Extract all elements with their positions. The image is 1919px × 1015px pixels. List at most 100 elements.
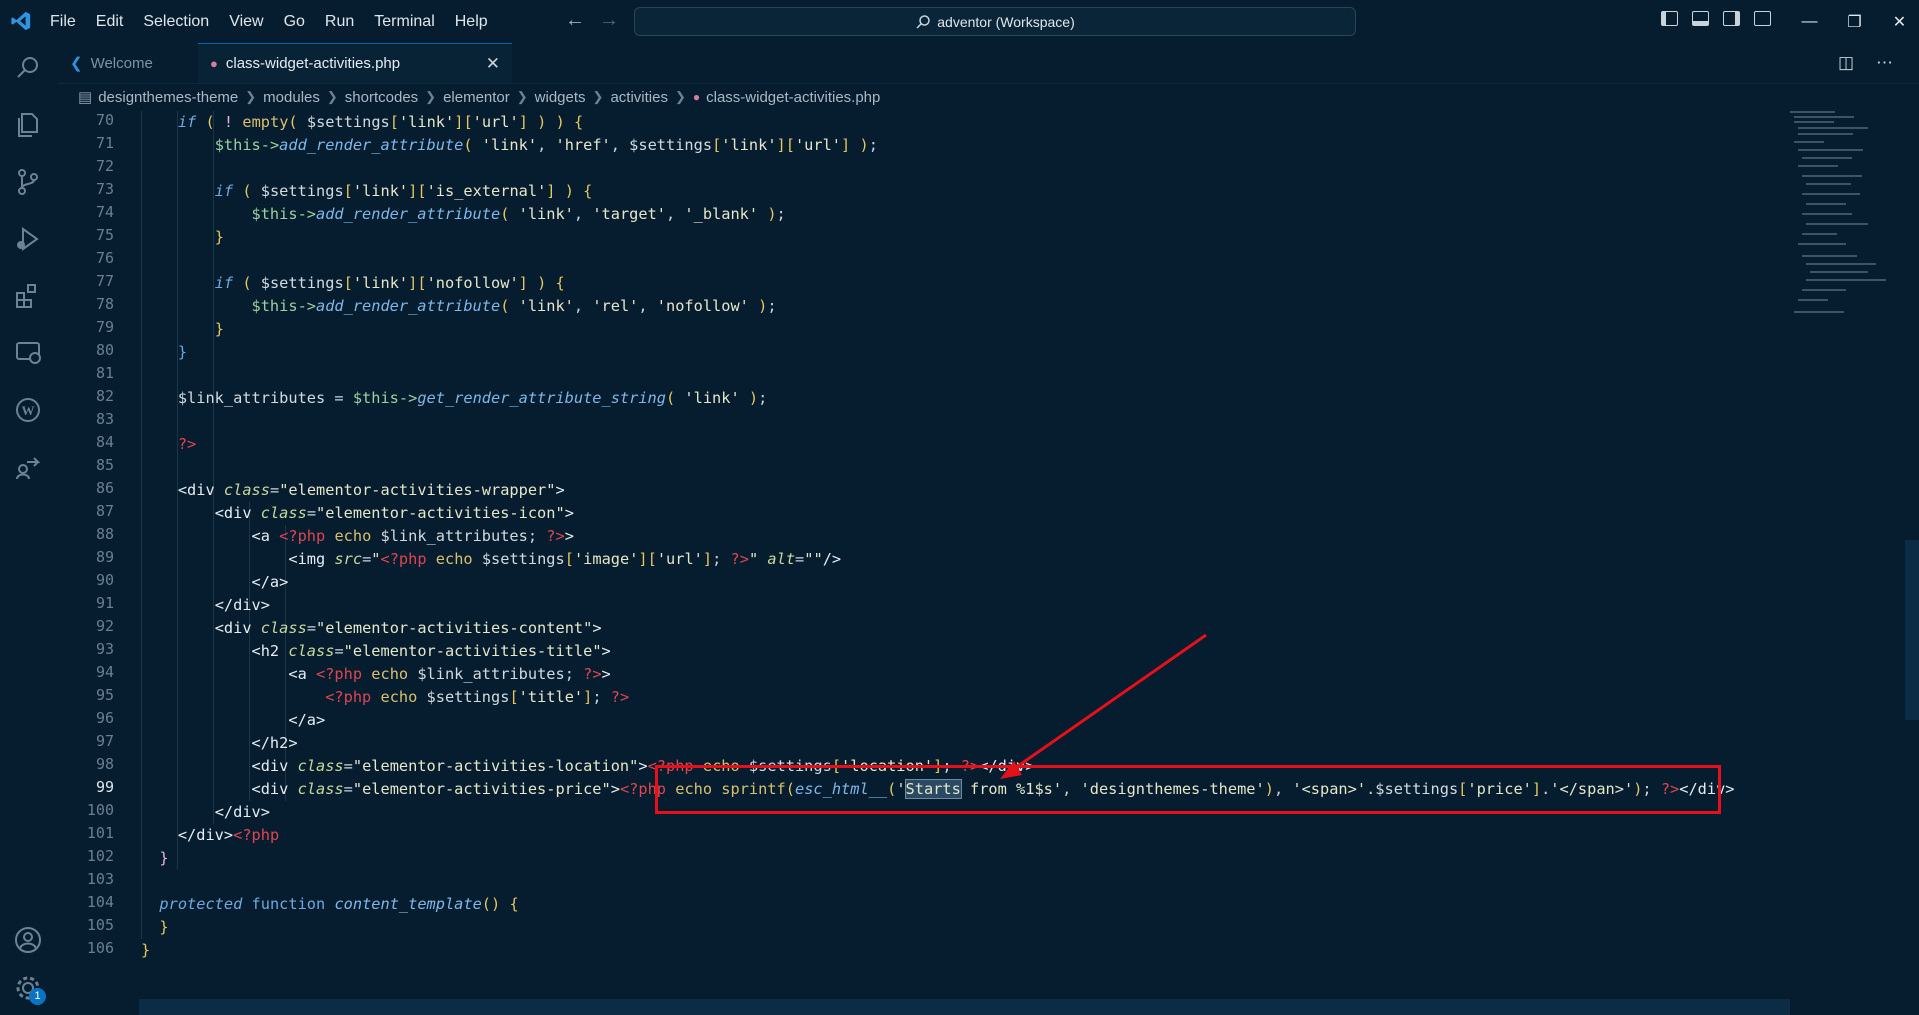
toggle-panel-icon[interactable] [1692, 11, 1709, 26]
line-number: 94 [95, 663, 114, 681]
search-icon[interactable] [13, 53, 43, 83]
breadcrumb-item[interactable]: class-widget-activities.php [706, 89, 880, 106]
wordpress-icon[interactable]: W [13, 395, 43, 425]
line-number: 102 [86, 847, 114, 865]
line-number: 97 [95, 732, 114, 750]
command-center-search[interactable]: adventor (Workspace) [634, 7, 1356, 36]
close-icon[interactable]: ✕ [1877, 12, 1919, 32]
explorer-icon[interactable] [13, 110, 43, 140]
breadcrumb-item[interactable]: activities [610, 89, 668, 106]
code-line: if ( ! empty( $settings['link']['url'] )… [177, 113, 584, 131]
vscode-icon: ❮ [70, 55, 83, 72]
code-line: </h2> [251, 734, 298, 752]
code-line: </div> [214, 596, 270, 614]
breadcrumb-item[interactable]: elementor [443, 89, 510, 106]
menu-edit[interactable]: Edit [96, 13, 124, 31]
code-editor[interactable]: 70 71 72 73 74 75 76 77 78 79 80 81 82 8… [58, 111, 1919, 1015]
back-arrow-icon[interactable]: ← [565, 9, 585, 32]
line-number: 85 [95, 456, 114, 474]
line-number: 104 [86, 893, 114, 911]
code-line: <a <?php echo $link_attributes; ?>> [251, 527, 574, 545]
minimize-icon[interactable]: — [1787, 13, 1832, 31]
line-number: 98 [95, 755, 114, 773]
code-line: <img src="<?php echo $settings['image'][… [288, 550, 842, 568]
breadcrumb-item[interactable]: designthemes-theme [98, 89, 238, 106]
line-number: 93 [95, 640, 114, 658]
source-control-icon[interactable] [13, 167, 43, 197]
code-line: </a> [251, 573, 289, 591]
window-controls: — ❐ ✕ [1787, 0, 1919, 43]
breadcrumb-item[interactable]: shortcodes [345, 89, 418, 106]
line-number: 86 [95, 479, 114, 497]
more-actions-icon[interactable]: ⋯ [1876, 53, 1893, 73]
account-icon[interactable] [13, 925, 43, 955]
toggle-primary-sidebar-icon[interactable] [1661, 11, 1678, 26]
navigation-arrows: ← → [565, 9, 619, 32]
line-number: 78 [95, 295, 114, 313]
search-icon [916, 14, 931, 29]
customize-layout-icon[interactable] [1754, 11, 1771, 26]
line-number: 84 [95, 433, 114, 451]
code-line: <div class="elementor-activities-wrapper… [177, 481, 565, 499]
line-number: 100 [86, 801, 114, 819]
menu-view[interactable]: View [229, 13, 263, 31]
code-line: </div> [214, 803, 270, 821]
code-line: if ( $settings['link']['is_external'] ) … [214, 182, 593, 200]
split-editor-icon[interactable]: ◫ [1838, 53, 1854, 73]
tab-class-widget-activities[interactable]: ● class-widget-activities.php ✕ [198, 43, 512, 83]
forward-arrow-icon[interactable]: → [599, 9, 619, 32]
restore-icon[interactable]: ❐ [1832, 12, 1877, 32]
vertical-scrollbar[interactable] [1905, 540, 1919, 720]
line-number: 106 [86, 939, 114, 957]
extensions-icon[interactable] [13, 281, 43, 311]
breadcrumb: ▤ designthemes-theme ❯ modules ❯ shortcode… [78, 88, 881, 107]
line-number: 75 [95, 226, 114, 244]
code-line: $link_attributes = $this->get_render_att… [177, 389, 768, 407]
minimap[interactable] [1790, 111, 1900, 331]
tab-label: Welcome [90, 54, 153, 72]
horizontal-scrollbar[interactable] [139, 999, 1790, 1015]
layout-controls [1661, 11, 1771, 26]
code-line: <h2 class="elementor-activities-title"> [251, 642, 611, 660]
code-line: <?php echo $settings['title']; ?> [325, 688, 630, 706]
code-line: } [159, 918, 169, 936]
line-number: 81 [95, 364, 114, 382]
line-number: 76 [95, 249, 114, 267]
code-line: $this->add_render_attribute( 'link', 'hr… [214, 136, 878, 154]
php-elephant-icon: ● [692, 90, 701, 104]
line-number-current: 99 [95, 778, 114, 796]
line-number: 90 [95, 571, 114, 589]
breadcrumb-item[interactable]: widgets [535, 89, 586, 106]
menu-file[interactable]: File [50, 13, 76, 31]
code-line: if ( $settings['link']['nofollow'] ) { [214, 274, 565, 292]
breadcrumb-item[interactable]: modules [263, 89, 320, 106]
tab-welcome[interactable]: ❮ Welcome [58, 43, 198, 83]
line-number: 72 [95, 157, 114, 175]
menu-selection[interactable]: Selection [143, 13, 209, 31]
close-tab-icon[interactable]: ✕ [486, 54, 500, 74]
line-number: 80 [95, 341, 114, 359]
menu-go[interactable]: Go [284, 13, 305, 31]
line-number: 83 [95, 410, 114, 428]
settings-badge: 1 [29, 988, 46, 1005]
menu-run[interactable]: Run [325, 13, 354, 31]
live-share-icon[interactable] [13, 452, 43, 482]
line-number: 88 [95, 525, 114, 543]
line-number: 91 [95, 594, 114, 612]
code-line: protected function content_template() { [159, 895, 519, 913]
line-number: 77 [95, 272, 114, 290]
code-line: } [141, 941, 151, 959]
line-number: 103 [86, 870, 114, 888]
menu-terminal[interactable]: Terminal [374, 13, 434, 31]
code-line: } [214, 320, 224, 338]
menu-help[interactable]: Help [455, 13, 488, 31]
line-number: 87 [95, 502, 114, 520]
code-line: $this->add_render_attribute( 'link', 'ta… [251, 205, 786, 223]
code-line: $this->add_render_attribute( 'link', 're… [251, 297, 777, 315]
remote-explorer-icon[interactable] [13, 338, 43, 368]
vscode-logo-icon [11, 11, 31, 31]
run-debug-icon[interactable] [13, 224, 43, 254]
code-line: } [159, 849, 169, 867]
toggle-secondary-sidebar-icon[interactable] [1723, 11, 1740, 26]
code-line: } [214, 228, 224, 246]
